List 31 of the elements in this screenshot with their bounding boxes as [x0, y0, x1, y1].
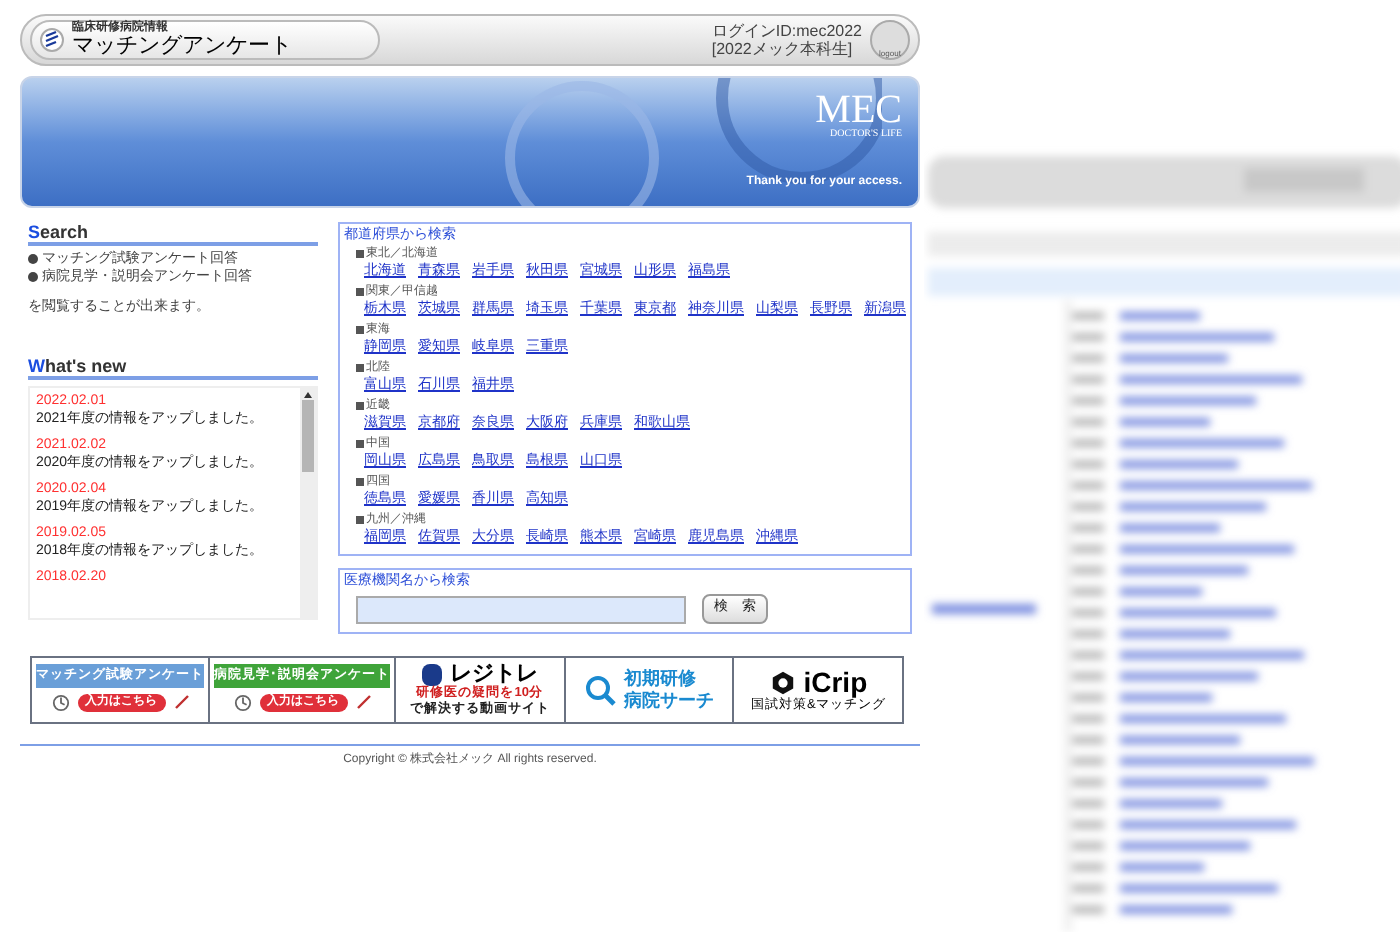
logo-text: iCrip: [803, 667, 868, 697]
square-bullet-icon: [356, 516, 364, 524]
clock-icon: [51, 693, 69, 711]
square-bullet-icon: [356, 288, 364, 296]
hexagon-icon: [769, 669, 796, 695]
square-bullet-icon: [356, 250, 364, 258]
login-group: [2022メック本科生]: [711, 40, 862, 58]
banner-title: 病院サーチ: [624, 690, 714, 712]
site-title: マッチングアンケート: [72, 34, 292, 58]
banner-title: 初期研修: [624, 668, 698, 690]
section-heading: Search: [28, 222, 318, 246]
login-id: ログインID:mec2022: [711, 22, 862, 40]
bullet-icon: [28, 254, 38, 264]
square-bullet-icon: [356, 326, 364, 334]
search-icon: [584, 674, 616, 706]
clock-icon: [233, 693, 251, 711]
square-bullet-icon: [356, 364, 364, 372]
search-field[interactable]: [356, 595, 686, 623]
logo-text: レジトレ: [449, 662, 538, 686]
square-bullet-icon: [356, 478, 364, 486]
brand-logo: MEC: [815, 90, 902, 130]
bullet-icon: [28, 272, 38, 282]
logo-icon: [421, 663, 442, 685]
pen-icon: [355, 694, 371, 710]
hospital-search-banner[interactable]: 初期研修 病院サーチ: [565, 658, 735, 722]
pen-icon: [173, 694, 189, 710]
section-heading: What's new: [28, 356, 318, 380]
scrollbar[interactable]: [300, 388, 316, 618]
logo-icon: [40, 28, 64, 52]
square-bullet-icon: [356, 402, 364, 410]
square-bullet-icon: [356, 440, 364, 448]
